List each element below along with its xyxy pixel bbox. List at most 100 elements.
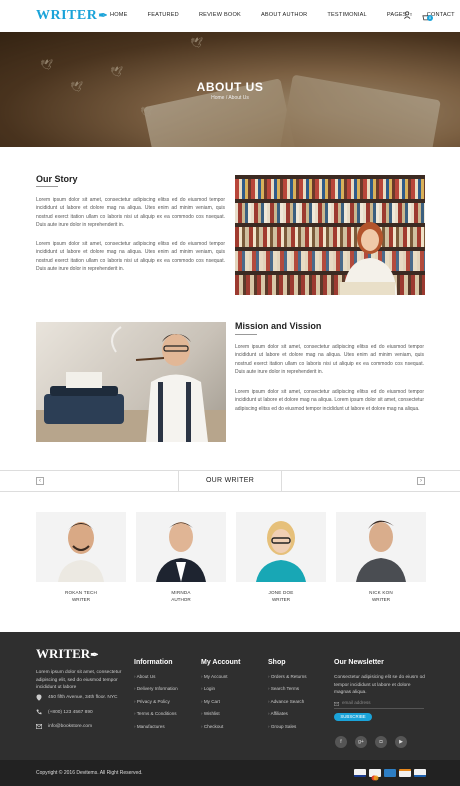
- nav-featured[interactable]: FEATURED: [148, 12, 179, 18]
- instagram-icon[interactable]: ◘: [375, 736, 387, 748]
- hero-banner: 🕊 🕊 🕊 🕊 🕊 ABOUT US Home / About Us: [0, 32, 460, 147]
- information-title: Information: [134, 659, 173, 666]
- nav-home[interactable]: HOME: [110, 12, 128, 18]
- footer-link[interactable]: Privacy & Policy: [134, 699, 178, 711]
- mission-underline: [235, 334, 257, 335]
- newsletter-title: Our Newsletter: [334, 659, 384, 666]
- phone-icon: [36, 709, 42, 715]
- footer-logo-text: WRITER: [36, 646, 91, 661]
- writer-name[interactable]: JONE DOE: [236, 590, 326, 595]
- writer-role: WRITER: [371, 597, 391, 602]
- footer-email: info@bookstore.com: [36, 724, 92, 729]
- footer-link[interactable]: Checkout: [201, 724, 228, 736]
- typewriter-scene: [36, 326, 226, 442]
- writer-typewriter-image: [36, 322, 226, 442]
- bottom-bar: Copyright © 2016 Devitems. All Right Res…: [0, 760, 460, 786]
- phone-text[interactable]: (+800) 123 4567 890: [48, 710, 93, 715]
- mail-icon: [36, 724, 42, 729]
- shop-title: Shop: [268, 659, 286, 666]
- footer-link[interactable]: Terms & Conditions: [134, 711, 178, 723]
- cart-button[interactable]: 0: [422, 10, 433, 21]
- writer-name[interactable]: NICK KON: [336, 590, 426, 595]
- writer-role: WRITER: [71, 597, 91, 602]
- footer-about: Lorem ipsum dolor sit amet, consectetur …: [36, 670, 122, 690]
- facebook-icon[interactable]: f: [335, 736, 347, 748]
- visa-icon: [354, 769, 366, 777]
- mastercard-icon: [369, 769, 381, 781]
- reading-girl: [340, 222, 397, 295]
- copyright-text: Copyright © 2016 Devitems. All Right Res…: [36, 770, 143, 776]
- header-icons: 0: [404, 10, 433, 21]
- footer-link[interactable]: My Cart: [201, 699, 228, 711]
- logo-text: WRITER: [36, 8, 98, 23]
- next-arrow-button[interactable]: ›: [417, 477, 425, 485]
- writer-photo: [256, 521, 306, 582]
- mission-paragraph-2: Lorem ipsum dolor sit amet, consectetur …: [235, 389, 424, 412]
- address-text: 450 fifth Avenue, 34th floor. NYC: [48, 695, 118, 700]
- location-icon: [36, 694, 42, 701]
- prev-arrow-button[interactable]: ‹: [36, 477, 44, 485]
- discover-icon: [399, 769, 411, 777]
- breadcrumb[interactable]: Home / About Us: [0, 95, 460, 101]
- email-text[interactable]: info@bookstore.com: [48, 724, 92, 729]
- footer-link[interactable]: Orders & Returns: [268, 674, 307, 686]
- writer-role: WRITER: [271, 597, 291, 602]
- writer-photo: [58, 522, 104, 582]
- feather-icon: ✒: [98, 10, 109, 22]
- writer-photo: [356, 520, 406, 582]
- site-header: WRITER✒ HOME FEATURED REVIEW BOOK ABOUT …: [0, 0, 460, 32]
- site-logo[interactable]: WRITER✒: [36, 8, 108, 24]
- footer-link[interactable]: Group Sales: [268, 724, 307, 736]
- footer-link[interactable]: Affiliates: [268, 711, 307, 723]
- footer-link[interactable]: Login: [201, 686, 228, 698]
- story-underline: [36, 186, 58, 187]
- footer-link[interactable]: My Account: [201, 674, 228, 686]
- nav-testimonial[interactable]: TESTIMONIAL: [327, 12, 367, 18]
- story-paragraph-2: Lorem ipsum dolor sit amet, consectetur …: [36, 241, 225, 273]
- footer-link[interactable]: Manufactures: [134, 724, 178, 736]
- library-image: [235, 175, 425, 295]
- footer-logo[interactable]: WRITER✒: [36, 646, 99, 662]
- page-title: ABOUT US: [196, 80, 264, 94]
- account-links: My Account Login My Cart Wishlist Checko…: [201, 674, 228, 736]
- youtube-icon[interactable]: ▶: [395, 736, 407, 748]
- newsletter-text: Consectetur adipisicing elit se do eiusm…: [334, 675, 425, 695]
- footer-link[interactable]: Search Terms: [268, 686, 307, 698]
- mission-title: Mission and Vission: [235, 321, 322, 331]
- user-icon[interactable]: [404, 10, 412, 19]
- story-title: Our Story: [36, 174, 78, 184]
- footer-link[interactable]: About Us: [134, 674, 178, 686]
- footer-address: 450 fifth Avenue, 34th floor. NYC: [36, 694, 118, 701]
- feather-icon: ✒: [90, 650, 99, 661]
- writer-card-2[interactable]: [136, 512, 226, 582]
- mission-paragraph-1: Lorem ipsum dolor sit amet, consectetur …: [235, 344, 424, 376]
- account-title: My Account: [201, 659, 241, 666]
- writer-card-1[interactable]: [36, 512, 126, 582]
- writer-name[interactable]: MIRNDA: [136, 590, 226, 595]
- shop-links: Orders & Returns Search Terms Advance Se…: [268, 674, 307, 736]
- writer-role: AUTHOR: [171, 597, 191, 602]
- writer-card-3[interactable]: [236, 512, 326, 582]
- footer-phone: (+800) 123 4567 890: [36, 709, 93, 715]
- mail-icon: [334, 702, 339, 706]
- writer-section-header: ‹ OUR WRITER ›: [0, 470, 460, 492]
- writer-card-4[interactable]: [336, 512, 426, 582]
- footer-link[interactable]: Delivery Information: [134, 686, 178, 698]
- footer-link[interactable]: Wishlist: [201, 711, 228, 723]
- amex-icon: [384, 769, 396, 777]
- site-footer: WRITER✒ Lorem ipsum dolor sit amet, cons…: [0, 632, 460, 760]
- cart-count-badge: 0: [427, 15, 433, 21]
- writer-name[interactable]: ROKAN TECH: [36, 590, 126, 595]
- google-plus-icon[interactable]: g+: [355, 736, 367, 748]
- nav-review-book[interactable]: REVIEW BOOK: [199, 12, 241, 18]
- paypal-icon: [414, 769, 426, 777]
- nav-about-author[interactable]: ABOUT AUTHOR: [261, 12, 307, 18]
- writer-photo: [156, 522, 206, 582]
- writer-section-title: OUR WRITER: [178, 470, 282, 492]
- bookshelf-row: [235, 179, 425, 199]
- newsletter-email-input[interactable]: email address: [334, 700, 424, 709]
- subscribe-button[interactable]: SUBSCRIBE: [334, 713, 372, 721]
- footer-link[interactable]: Advance Search: [268, 699, 307, 711]
- story-paragraph-1: Lorem ipsum dolor sit amet, consectetur …: [36, 197, 225, 229]
- information-links: About Us Delivery Information Privacy & …: [134, 674, 178, 736]
